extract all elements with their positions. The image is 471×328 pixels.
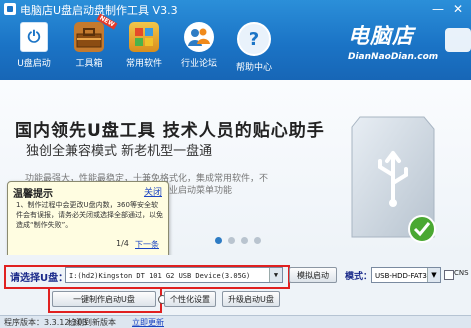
cns-label: CNS: [454, 269, 469, 277]
tip-page-indicator: 1/4: [116, 239, 129, 248]
title-bar: 电脑店U盘启动盘制作工具 V3.3 — ✕: [0, 0, 471, 18]
forum-icon: [184, 22, 214, 52]
toolbar-item-software[interactable]: 常用软件: [118, 22, 170, 73]
banner-subline: 独创全兼容模式 新老机型一盘通: [26, 144, 213, 159]
toolbar-label: 工具箱: [75, 59, 103, 69]
update-message: 检测到新版本: [68, 318, 116, 327]
minimize-button[interactable]: —: [431, 2, 445, 16]
update-now-link[interactable]: 立即更新: [132, 316, 164, 328]
usb-drive-icon: ⏻: [20, 22, 48, 52]
header: 电脑店U盘启动盘制作工具 V3.3 — ✕ ⏻ U盘启动 NEW 工具箱 常用软…: [0, 0, 471, 80]
usb-device-value: I:(hd2)Kingston DT 101 G2 USB Device(3.0…: [69, 272, 251, 280]
toolbar-item-forum[interactable]: 行业论坛: [173, 22, 225, 73]
tip-title: 温馨提示: [13, 189, 53, 200]
simulate-boot-button[interactable]: 模拟启动: [289, 267, 337, 283]
banner-dot[interactable]: [241, 237, 248, 244]
toolbar-label: 常用软件: [125, 59, 162, 69]
toolbar-item-toolbox[interactable]: NEW 工具箱: [63, 13, 118, 73]
banner-dot[interactable]: [228, 237, 235, 244]
upgrade-boot-usb-button[interactable]: 升级启动U盘: [222, 291, 280, 307]
close-button[interactable]: ✕: [451, 2, 465, 16]
control-panel: 请选择U盘： I:(hd2)Kingston DT 101 G2 USB Dev…: [0, 255, 471, 315]
personalize-button[interactable]: 个性化设置: [164, 291, 216, 307]
make-boot-usb-button[interactable]: 一键制作启动U盘: [52, 291, 156, 307]
brand-logo: 电脑店 DianNaoDian.com: [348, 20, 438, 62]
chevron-down-icon[interactable]: ▼: [427, 268, 440, 282]
mode-label: 模式：: [345, 272, 373, 282]
mode-value: USB-HDD-FAT32: [375, 272, 432, 280]
toolbox-icon: [74, 22, 104, 52]
toolbar-item-help[interactable]: ? 帮助中心: [228, 22, 280, 73]
brand-url: DianNaoDian.com: [348, 52, 439, 62]
chevron-down-icon[interactable]: ▼: [269, 268, 282, 282]
toolbar-item-usb-boot[interactable]: ⏻ U盘启动: [8, 22, 60, 73]
app-icon: [4, 3, 16, 15]
tip-next-link[interactable]: 下一条: [135, 239, 159, 250]
usb-drive-illustration: [351, 116, 436, 243]
status-bar: 程序版本：3.3.12.303 检测到新版本 立即更新: [0, 315, 471, 328]
usb-device-select[interactable]: I:(hd2)Kingston DT 101 G2 USB Device(3.0…: [65, 267, 283, 283]
main-toolbar: ⏻ U盘启动 NEW 工具箱 常用软件 行业论坛 ? 帮助中心: [8, 13, 283, 73]
tip-body: 1、制作过程中会更改U盘内数，360等安全软件会有误报，请务必关闭或选择全部通过…: [16, 201, 163, 229]
toolbar-label: 行业论坛: [180, 59, 217, 69]
usb-stick-icon: [445, 28, 471, 52]
help-icon: ?: [237, 22, 271, 56]
banner-dot[interactable]: [254, 237, 261, 244]
tip-close-link[interactable]: 关闭: [144, 185, 162, 198]
app-window: 电脑店U盘启动盘制作工具 V3.3 — ✕ ⏻ U盘启动 NEW 工具箱 常用软…: [0, 0, 471, 328]
toolbar-label: U盘启动: [17, 59, 51, 69]
brand-name: 电脑店: [348, 25, 414, 48]
tip-popup: 温馨提示 关闭 1、制作过程中会更改U盘内数，360等安全软件会有误报，请务必关…: [7, 181, 169, 260]
banner-pagination: [215, 237, 261, 244]
banner-dot[interactable]: [215, 237, 222, 244]
select-usb-label: 请选择U盘：: [10, 273, 69, 284]
banner-headline: 国内领先U盘工具 技术人员的贴心助手: [15, 121, 325, 141]
mode-select[interactable]: USB-HDD-FAT32 ▼: [371, 267, 441, 283]
cns-checkbox[interactable]: [444, 270, 454, 280]
toolbar-label: 帮助中心: [235, 63, 272, 73]
software-box-icon: [129, 22, 159, 52]
